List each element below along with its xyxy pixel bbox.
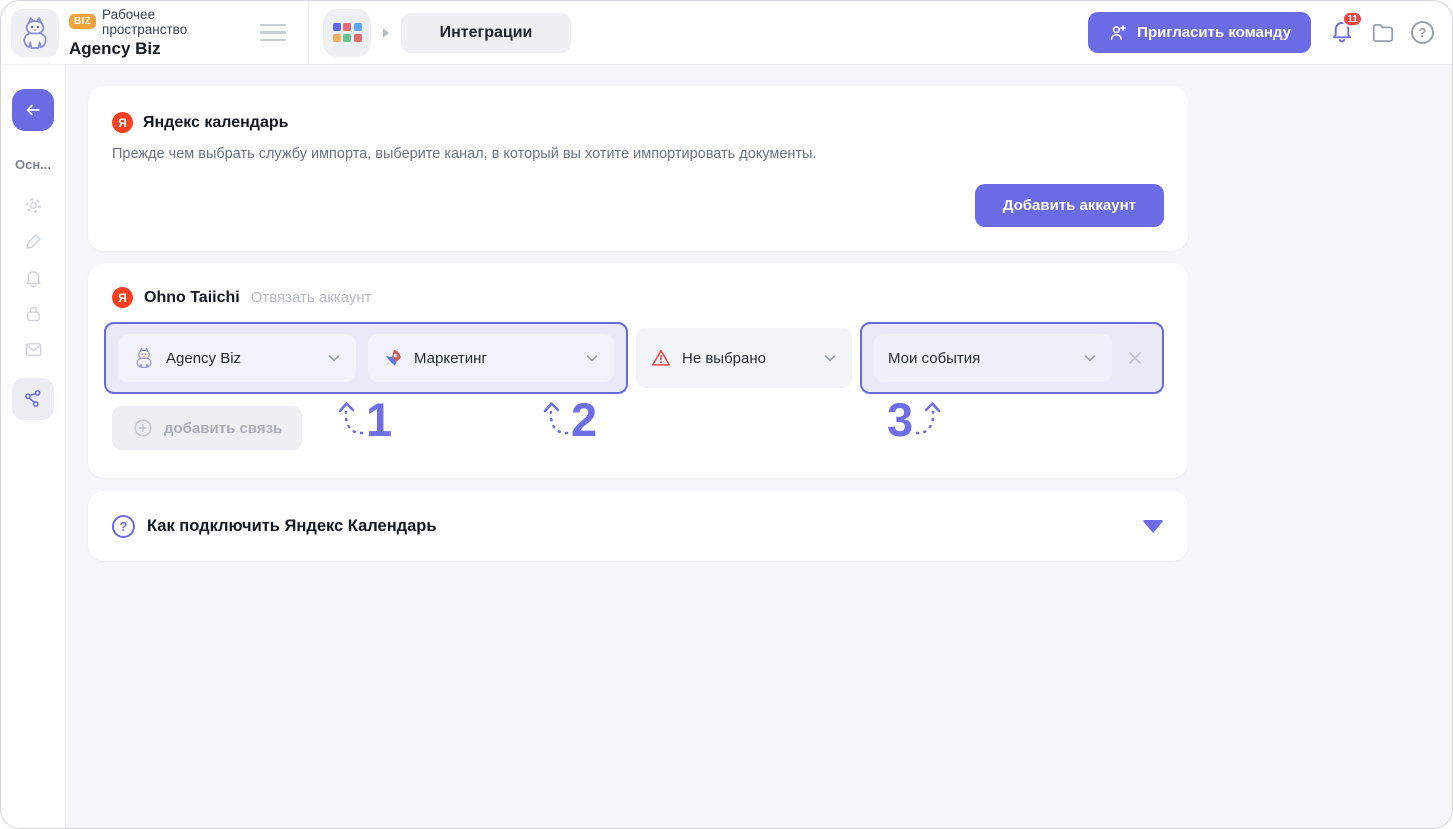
workspace-logo: [11, 8, 59, 57]
step-number: 2: [571, 393, 598, 446]
dashed-arrow-up-icon: [543, 402, 569, 435]
workspace-channel-group: Agency Biz Маркетинг: [104, 322, 628, 394]
brush-icon: [25, 234, 40, 249]
mapping-row: Agency Biz Маркетинг Не выбрано Мои собы…: [104, 322, 1172, 394]
help-accordion[interactable]: ? Как подключить Яндекс Календарь: [88, 491, 1188, 561]
apps-grid-icon: [332, 23, 362, 42]
back-button[interactable]: [12, 89, 54, 131]
mail-icon: [25, 342, 41, 356]
calendar-select[interactable]: Мои события: [874, 334, 1112, 382]
bell-icon: [25, 270, 41, 287]
notification-count-badge: 11: [1342, 11, 1363, 27]
folder-icon[interactable]: [1370, 20, 1396, 46]
notifications-button[interactable]: 11: [1329, 11, 1363, 48]
dashed-arrow-up-icon: [338, 402, 364, 435]
account-name: Ohno Taiichi: [144, 288, 240, 306]
invite-team-label: Пригласить команду: [1137, 24, 1291, 41]
lock-icon: [26, 306, 40, 321]
sidebar-item-mail[interactable]: [22, 338, 44, 360]
sidebar-item-integrations[interactable]: [12, 378, 54, 420]
calendar-group: Мои события: [860, 322, 1164, 394]
arrow-left-icon: [26, 104, 40, 116]
main-content: Я Яндекс календарь Прежде чем выбрать сл…: [66, 65, 1452, 828]
step-annotation-3: 3: [887, 393, 941, 446]
sidebar-section-label: Осн...: [14, 157, 52, 172]
workspace-info: BIZ Рабочее пространство Agency Biz: [69, 7, 244, 59]
sidebar-item-notifications[interactable]: [22, 266, 44, 288]
rocket-icon: [385, 349, 401, 366]
chevron-down-icon: [326, 350, 342, 366]
question-circle-icon: ?: [112, 514, 135, 538]
target-select[interactable]: Не выбрано: [636, 328, 852, 388]
chevron-down-icon: [822, 350, 838, 366]
workspace-switcher[interactable]: BIZ Рабочее пространство Agency Biz: [1, 1, 309, 64]
cat-logo-icon: [132, 346, 156, 370]
sidebar-item-settings[interactable]: [22, 194, 44, 216]
step-annotation-2: 2: [543, 393, 598, 446]
help-icon[interactable]: ?: [1411, 21, 1434, 44]
warning-triangle-icon: [651, 349, 671, 366]
target-select-value: Не выбрано: [682, 349, 766, 367]
workspace-select-value: Agency Biz: [166, 349, 242, 367]
expand-triangle-icon[interactable]: [1142, 519, 1164, 533]
plus-circle-icon: [134, 419, 152, 437]
step-annotation-1: 1: [338, 393, 393, 446]
channel-select[interactable]: Маркетинг: [368, 334, 614, 382]
workspace-type-label: Рабочее пространство: [102, 6, 188, 37]
mapping-actions-row: добавить связь 1 2 3: [112, 396, 1164, 450]
integration-description: Прежде чем выбрать службу импорта, выбер…: [112, 146, 817, 162]
help-title: Как подключить Яндекс Календарь: [147, 516, 437, 535]
header-actions: Пригласить команду 11 ?: [1088, 11, 1452, 53]
sidebar-item-appearance[interactable]: [22, 230, 44, 252]
add-account-button[interactable]: Добавить аккаунт: [974, 184, 1164, 227]
unlink-account-link[interactable]: Отвязать аккаунт: [251, 289, 372, 306]
chevron-right-icon: [383, 28, 389, 37]
cat-logo-icon: [16, 14, 54, 52]
add-link-label: добавить связь: [164, 419, 283, 437]
workspace-name: Agency Biz: [69, 38, 161, 58]
yandex-logo-icon: Я: [112, 112, 133, 133]
menu-icon[interactable]: [254, 18, 292, 48]
apps-grid-button[interactable]: [323, 8, 371, 57]
sidebar: Осн...: [1, 65, 66, 828]
chevron-down-icon: [584, 350, 600, 366]
chevron-down-icon: [1082, 350, 1098, 366]
linked-account-card: Я Ohno Taiichi Отвязать аккаунт Agency B…: [88, 263, 1188, 478]
invite-team-button[interactable]: Пригласить команду: [1088, 12, 1311, 53]
channel-select-value: Маркетинг: [414, 349, 487, 367]
integration-title: Яндекс календарь: [143, 113, 289, 131]
app-window: BIZ Рабочее пространство Agency Biz Инте…: [0, 0, 1453, 829]
step-number: 3: [887, 393, 914, 446]
sidebar-item-security[interactable]: [22, 302, 44, 324]
calendar-select-value: Мои события: [888, 349, 981, 367]
yandex-calendar-card: Я Яндекс календарь Прежде чем выбрать сл…: [88, 86, 1188, 251]
person-plus-icon: [1110, 24, 1126, 40]
add-link-button[interactable]: добавить связь: [112, 406, 303, 450]
yandex-logo-icon: Я: [112, 287, 133, 308]
dashed-arrow-up-icon: [915, 402, 941, 435]
clear-calendar-button[interactable]: [1120, 343, 1150, 373]
current-page-tab[interactable]: Интеграции: [401, 12, 571, 53]
top-header: BIZ Рабочее пространство Agency Biz Инте…: [1, 1, 1452, 65]
workspace-select[interactable]: Agency Biz: [118, 334, 356, 382]
close-icon: [1129, 352, 1141, 364]
breadcrumb: Интеграции: [309, 8, 571, 57]
step-number: 1: [366, 393, 393, 446]
integrations-share-icon: [25, 390, 41, 407]
settings-gear-icon: [25, 197, 41, 213]
biz-badge: BIZ: [69, 14, 97, 29]
